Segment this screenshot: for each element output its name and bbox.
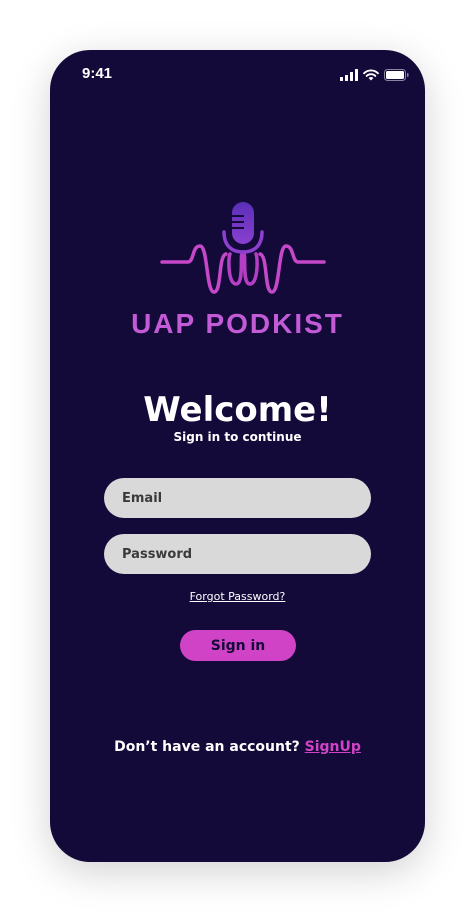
email-field[interactable] [104, 478, 371, 518]
password-field[interactable] [104, 534, 371, 574]
signup-prompt-text: Don’t have an account? [114, 739, 300, 755]
status-bar: 9:41 [50, 50, 425, 94]
welcome-title: Welcome! [143, 390, 332, 430]
forgot-password-link[interactable]: Forgot Password? [50, 590, 425, 603]
phone-screen: 9:41 UAP PODKIST Welcome! Sign in to con… [50, 50, 425, 862]
signup-link[interactable]: SignUp [305, 739, 361, 755]
cellular-signal-icon [340, 66, 358, 85]
microphone-icon [160, 202, 326, 294]
sign-in-button[interactable]: Sign in [180, 630, 296, 661]
signup-prompt: Don’t have an account? SignUp [50, 739, 425, 755]
welcome-subtitle: Sign in to continue [173, 430, 302, 444]
podcast-logo [160, 198, 326, 298]
battery-icon [384, 66, 409, 85]
status-icons [340, 66, 409, 85]
status-time: 9:41 [82, 65, 113, 82]
wifi-icon [363, 66, 379, 85]
brand-name: UAP PODKIST [131, 308, 344, 339]
